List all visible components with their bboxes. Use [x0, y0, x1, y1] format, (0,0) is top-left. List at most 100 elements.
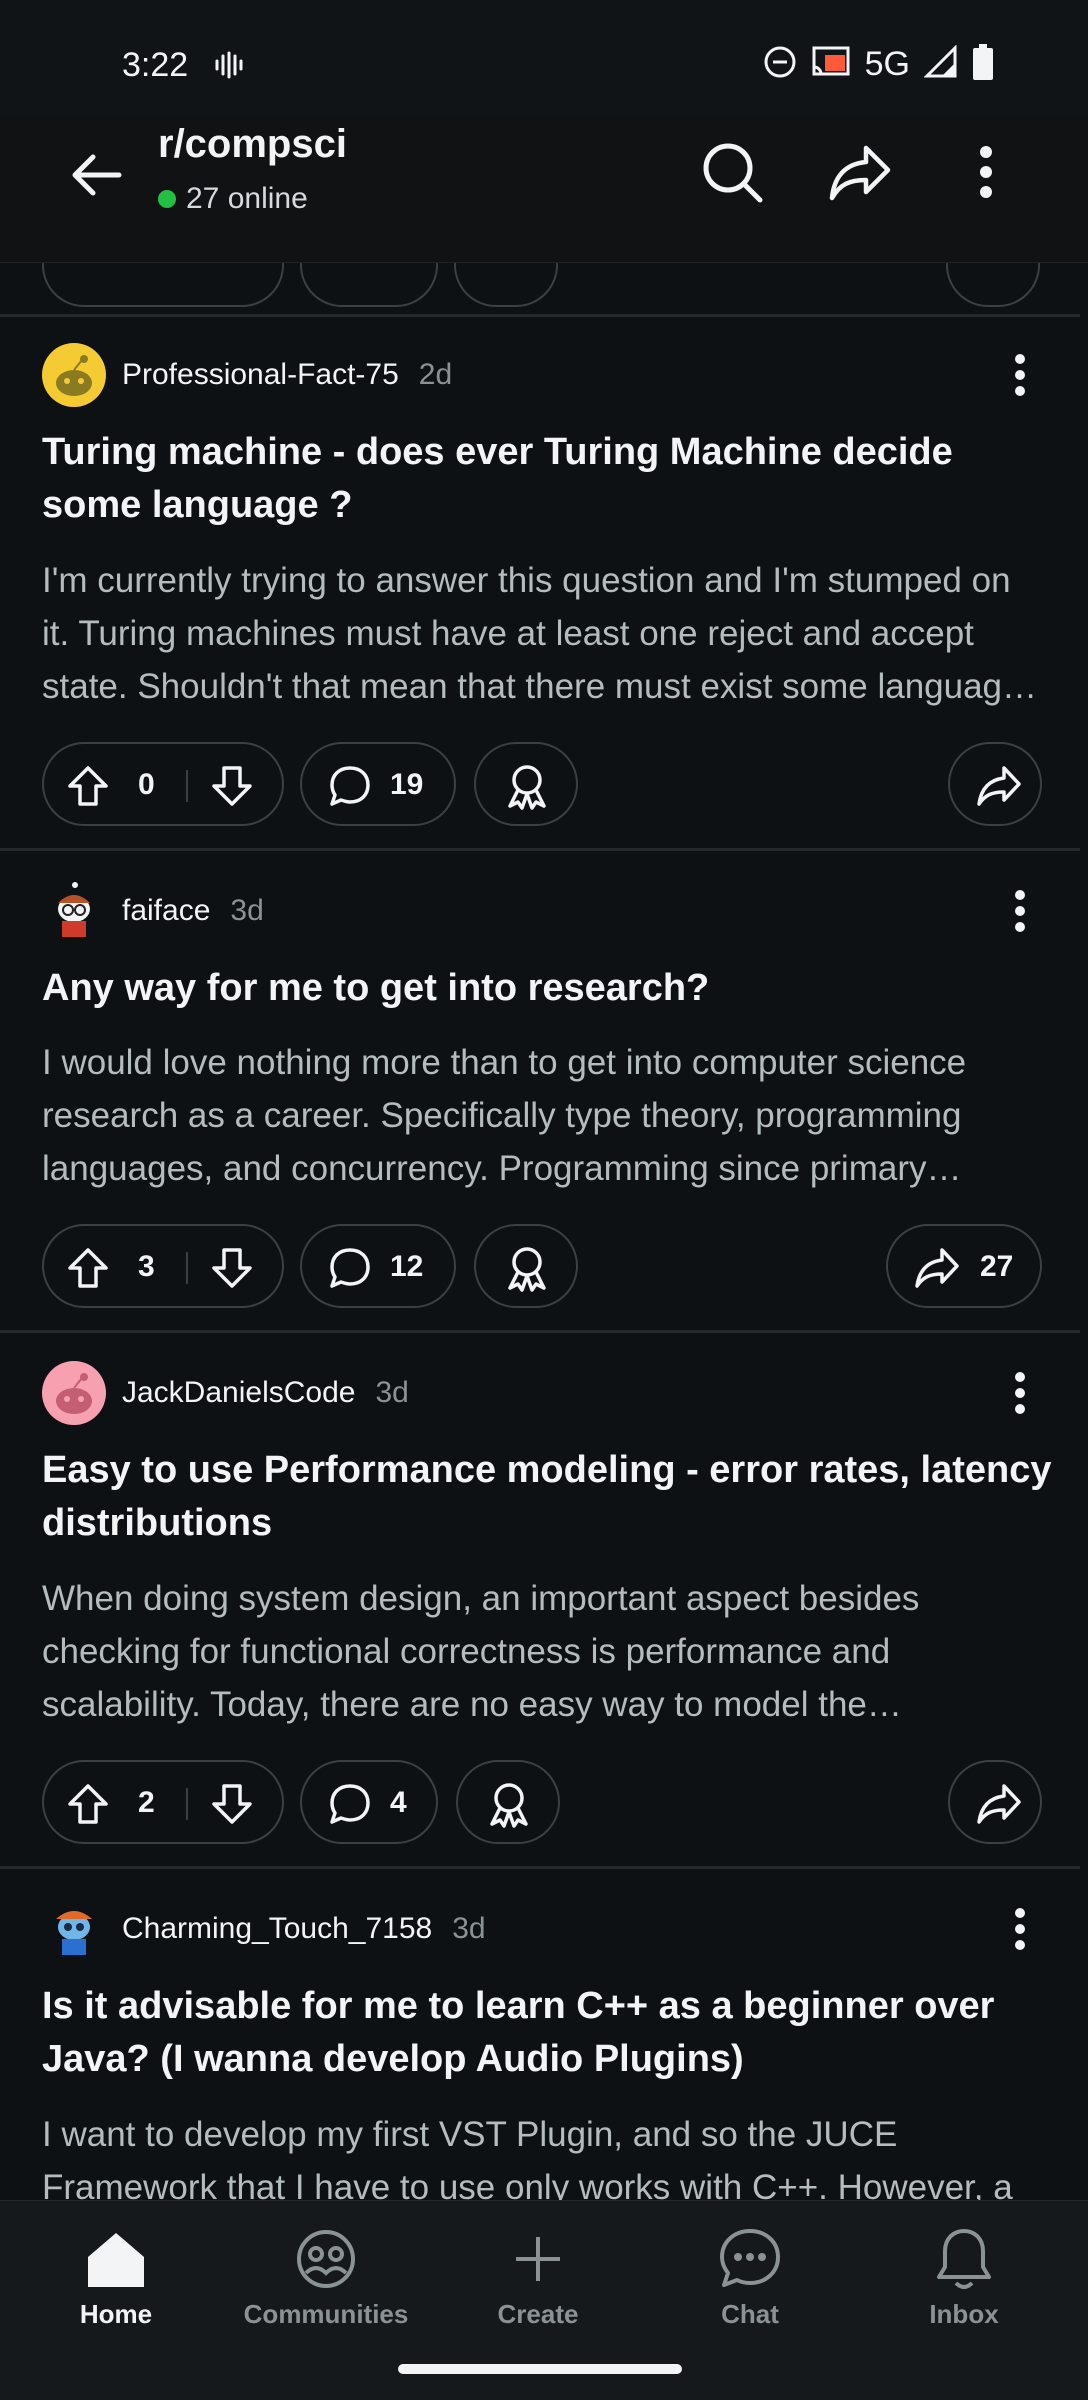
downvote-button[interactable]: [210, 764, 254, 813]
post-body-text: I'm currently trying to answer this ques…: [42, 561, 1022, 706]
comments-button[interactable]: 12: [300, 1224, 456, 1308]
comment-icon: [328, 1246, 372, 1295]
kebab-menu-icon: [1015, 1372, 1025, 1414]
post-body[interactable]: When doing system design, an important a…: [42, 1572, 1042, 1731]
post-options-button[interactable]: [992, 347, 1048, 403]
communities-icon: [236, 2221, 416, 2297]
downvote-icon: [212, 1248, 252, 1288]
downvote-button[interactable]: [210, 1246, 254, 1295]
home-icon: [26, 2221, 206, 2297]
avatar[interactable]: [42, 1361, 106, 1425]
post-author[interactable]: Charming_Touch_7158: [122, 1912, 432, 1946]
post-divider: [0, 314, 1080, 317]
post-card[interactable]: Charming_Touch_7158 3d Is it advisable f…: [0, 1897, 1088, 2200]
comments-button[interactable]: 19: [300, 742, 456, 826]
previous-share-pill[interactable]: [946, 263, 1040, 307]
upvote-icon: [68, 1784, 108, 1824]
share-button[interactable]: [948, 742, 1042, 826]
previous-post-actions: [0, 263, 1088, 315]
comment-icon: [328, 1782, 372, 1831]
comment-count: 19: [390, 768, 424, 801]
online-label: 27 online: [186, 182, 308, 215]
avatar[interactable]: [42, 343, 106, 407]
downvote-icon: [212, 766, 252, 806]
award-icon: [504, 1244, 550, 1297]
snoo-avatar-icon: [56, 355, 92, 396]
bell-icon: [874, 2221, 1054, 2297]
post-body-text: I would love nothing more than to get in…: [42, 1043, 967, 1188]
post-title[interactable]: Is it advisable for me to learn C++ as a…: [42, 1980, 1052, 2086]
nav-home-label: Home: [79, 2299, 153, 2329]
post-title[interactable]: Any way for me to get into research?: [42, 962, 1052, 1015]
back-button[interactable]: [62, 140, 132, 210]
post-divider: [0, 1866, 1080, 1869]
snoo-avatar-icon: [56, 1911, 92, 1955]
share-button[interactable]: [948, 1760, 1042, 1844]
previous-vote-pill[interactable]: [42, 263, 284, 307]
upvote-button[interactable]: [66, 764, 110, 813]
snoo-avatar-icon: [58, 882, 90, 937]
post-title[interactable]: Turing machine - does ever Turing Machin…: [42, 426, 1052, 532]
post-body[interactable]: I want to develop my first VST Plugin, a…: [42, 2108, 1042, 2200]
status-bar: 3:22 5G: [0, 0, 1088, 130]
post-body[interactable]: I would love nothing more than to get in…: [42, 1036, 1042, 1195]
upvote-button[interactable]: [66, 1246, 110, 1295]
post-body[interactable]: I'm currently trying to answer this ques…: [42, 554, 1042, 713]
vote-separator: [186, 1252, 188, 1284]
nav-chat[interactable]: Chat: [660, 2221, 840, 2330]
nav-create[interactable]: Create: [448, 2221, 628, 2330]
share-subreddit-button[interactable]: [820, 132, 900, 212]
post-options-button[interactable]: [992, 1901, 1048, 1957]
share-icon: [914, 1246, 960, 1295]
post-age: 3d: [230, 894, 264, 927]
post-options-button[interactable]: [992, 1365, 1048, 1421]
search-button[interactable]: [692, 132, 772, 212]
post-actions: 2 4: [42, 1760, 1042, 1844]
kebab-menu-icon: [1015, 890, 1025, 932]
post-author[interactable]: Professional-Fact-75: [122, 358, 399, 392]
post-age: 3d: [452, 1912, 486, 1945]
share-button[interactable]: 27: [886, 1224, 1042, 1308]
signal-icon: [923, 44, 958, 84]
nav-inbox[interactable]: Inbox: [874, 2221, 1054, 2330]
post-title[interactable]: Easy to use Performance modeling - error…: [42, 1444, 1052, 1550]
comments-button[interactable]: 4: [300, 1760, 438, 1844]
search-icon: [703, 143, 763, 203]
status-time: 3:22: [122, 46, 189, 84]
vote-separator: [186, 1788, 188, 1820]
vote-count: 2: [138, 1786, 155, 1819]
online-count: 27 online: [158, 182, 308, 216]
network-type: 5G: [864, 45, 910, 83]
post-author[interactable]: JackDanielsCode: [122, 1376, 355, 1410]
share-icon: [829, 145, 891, 201]
upvote-button[interactable]: [66, 1782, 110, 1831]
downvote-button[interactable]: [210, 1782, 254, 1831]
post-author[interactable]: faiface: [122, 894, 210, 928]
post-options-button[interactable]: [992, 883, 1048, 939]
chat-icon: [660, 2221, 840, 2297]
home-indicator[interactable]: [398, 2364, 682, 2374]
award-button[interactable]: [474, 742, 578, 826]
avatar[interactable]: [42, 879, 106, 943]
award-button[interactable]: [456, 1760, 560, 1844]
online-dot-icon: [158, 190, 176, 208]
comment-count: 4: [390, 1786, 407, 1819]
award-button[interactable]: [474, 1224, 578, 1308]
vote-pill: 2: [42, 1760, 284, 1844]
subreddit-name[interactable]: r/compsci: [158, 122, 347, 167]
post-divider: [0, 848, 1080, 851]
vote-separator: [186, 770, 188, 802]
previous-award-pill[interactable]: [454, 263, 558, 307]
share-icon: [976, 1782, 1022, 1831]
downvote-icon: [212, 1784, 252, 1824]
nav-chat-label: Chat: [721, 2299, 779, 2329]
previous-comment-pill[interactable]: [300, 263, 438, 307]
overflow-menu-button[interactable]: [946, 132, 1026, 212]
share-icon: [976, 764, 1022, 813]
avatar[interactable]: [42, 1897, 106, 1961]
nav-communities[interactable]: Communities: [236, 2221, 416, 2330]
post-meta: JackDanielsCode 3d: [42, 1361, 409, 1425]
nav-home[interactable]: Home: [26, 2221, 206, 2330]
kebab-menu-icon: [1015, 354, 1025, 396]
cast-icon: [811, 45, 851, 84]
